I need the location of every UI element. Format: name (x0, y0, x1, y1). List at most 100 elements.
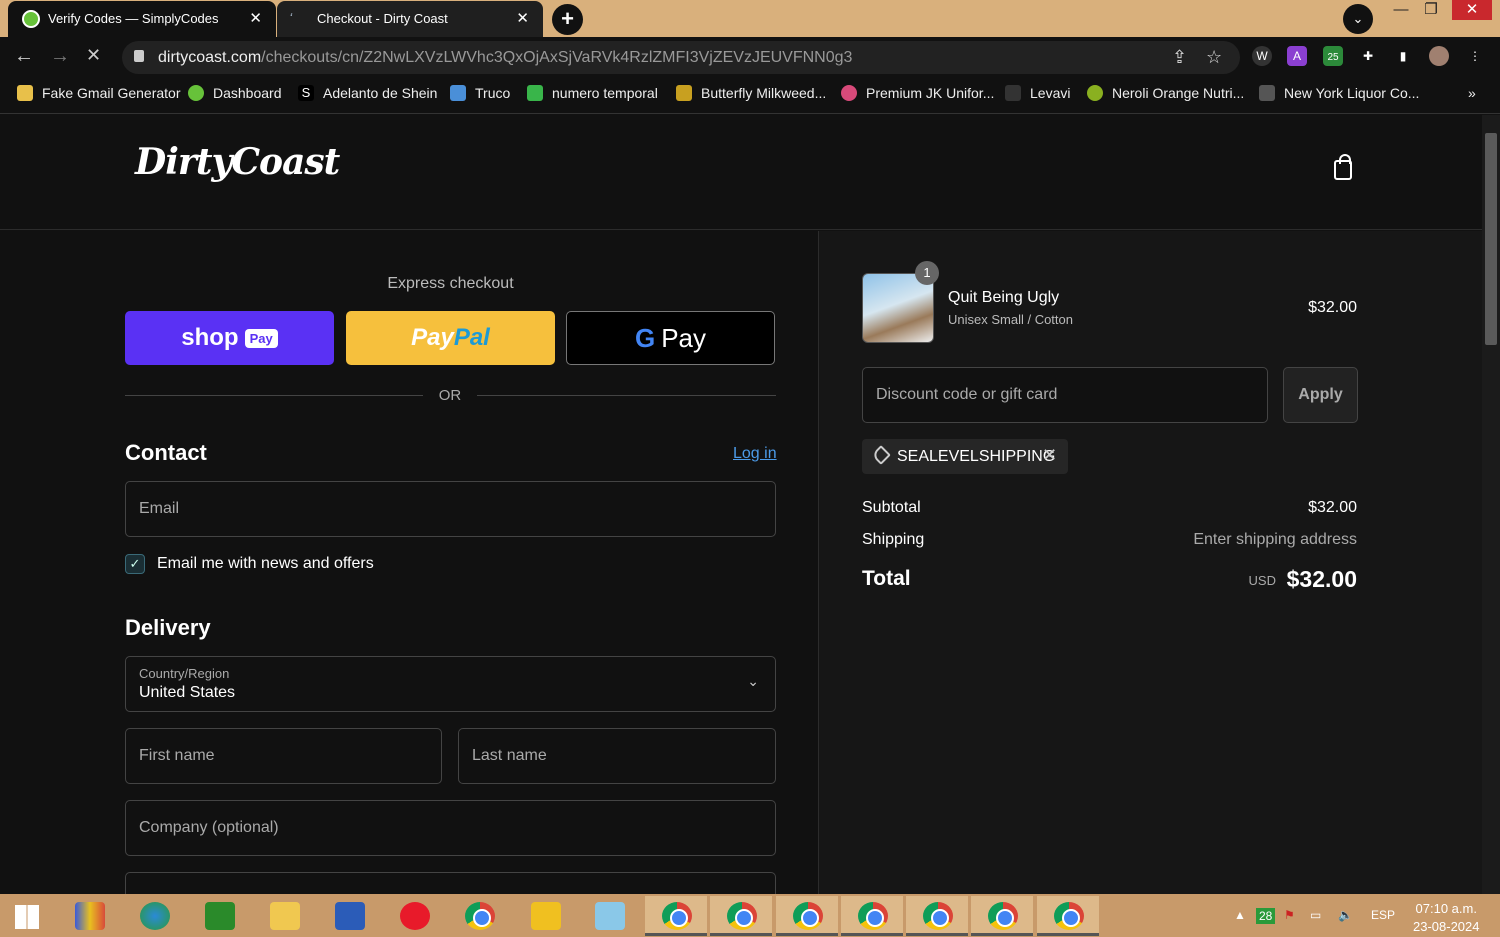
window-close-icon[interactable]: ✕ (1452, 0, 1492, 20)
tray-overflow-icon[interactable]: ▲ (1234, 908, 1246, 922)
bookmark-favicon-icon (1087, 85, 1103, 101)
clock[interactable]: 07:10 a.m. 23-08-2024 (1413, 900, 1480, 936)
forward-icon[interactable]: → (50, 45, 70, 68)
bookmark-favicon-icon (450, 85, 466, 101)
bookmark-item[interactable]: Fake Gmail Generator (17, 85, 181, 101)
taskbar-app-chrome-profile[interactable] (645, 896, 707, 936)
chrome-icon (662, 902, 692, 930)
network-icon[interactable]: ▭ (1310, 908, 1321, 922)
start-button[interactable] (0, 896, 62, 936)
bookmark-item[interactable]: Butterfly Milkweed... (676, 85, 826, 101)
shop-pay-button[interactable]: shop Pay (125, 311, 334, 365)
menu-kebab-icon[interactable]: ⋮ (1465, 46, 1485, 66)
bookmark-favicon-icon (1259, 85, 1275, 101)
share-icon[interactable]: ⇪ (1172, 47, 1187, 68)
bookmark-star-icon[interactable]: ☆ (1206, 47, 1222, 68)
tray-badge[interactable]: 28 (1256, 908, 1276, 924)
extensions-puzzle-icon[interactable]: ✚ (1358, 46, 1378, 66)
tab-simplycodes[interactable]: Verify Codes — SimplyCodes ✕ (8, 1, 276, 37)
last-name-field[interactable]: Last name (458, 728, 776, 784)
close-tab-icon[interactable]: ✕ (516, 9, 529, 27)
product-price: $32.00 (1308, 299, 1357, 316)
country-select[interactable]: Country/Region United States ⌄ (125, 656, 776, 712)
tray-flag-icon[interactable]: ⚑ (1284, 908, 1295, 922)
new-tab-button[interactable]: + (552, 4, 583, 35)
windows-logo-icon (15, 905, 39, 929)
url-text[interactable]: dirtycoast.com/checkouts/cn/Z2NwLXVzLWVh… (158, 49, 852, 67)
bookmark-item[interactable]: Truco (450, 85, 510, 101)
country-label: Country/Region (139, 666, 230, 681)
volume-icon[interactable]: 🔈 (1338, 908, 1353, 922)
tab-dirty-coast[interactable]: ʻ Checkout - Dirty Coast ✕ (277, 1, 543, 37)
scrollbar-thumb[interactable] (1485, 133, 1497, 345)
bookmark-item[interactable]: Premium JK Unifor... (841, 85, 994, 101)
taskbar-app-globe[interactable] (123, 896, 185, 936)
stop-loading-icon[interactable]: ✕ (86, 45, 101, 66)
back-icon[interactable]: ← (14, 45, 34, 68)
clock-date: 23-08-2024 (1413, 919, 1480, 934)
taskbar-app-chrome-profile[interactable] (971, 896, 1033, 936)
taskbar-app-chrome-profile[interactable] (841, 896, 903, 936)
newsletter-checkbox[interactable]: ✓ (125, 554, 145, 574)
dirty-coast-logo[interactable]: DirtyCoast (135, 141, 340, 183)
shipping-value: Enter shipping address (1193, 531, 1357, 548)
address-bar[interactable]: dirtycoast.com/checkouts/cn/Z2NwLXVzLWVh… (122, 41, 1240, 74)
remove-discount-icon[interactable]: ✕ (1042, 445, 1057, 466)
discount-code-input[interactable]: Discount code or gift card (862, 367, 1268, 423)
taskbar-app-word[interactable] (318, 896, 380, 936)
taskbar-app-chrome-profile[interactable] (710, 896, 772, 936)
taskbar-app-chrome[interactable] (448, 896, 510, 936)
extension-simplycodes-icon[interactable]: 25 (1323, 46, 1343, 66)
minimize-icon[interactable]: — (1384, 0, 1418, 22)
address-field[interactable] (125, 872, 776, 894)
chrome-icon (793, 902, 823, 930)
bookmark-item[interactable]: S Adelanto de Shein (298, 85, 437, 101)
extension-a-icon[interactable]: A (1287, 46, 1307, 66)
company-field[interactable]: Company (optional) (125, 800, 776, 856)
divider (125, 395, 423, 396)
taskbar-app-notes[interactable] (578, 896, 640, 936)
side-panel-icon[interactable]: ▮ (1393, 46, 1413, 66)
contact-title: Contact (125, 440, 207, 465)
taskbar-app-memory[interactable] (188, 896, 250, 936)
taskbar-app-chrome-profile[interactable] (1037, 896, 1099, 936)
bookmark-favicon-icon (17, 85, 33, 101)
newsletter-checkbox-label[interactable]: Email me with news and offers (157, 555, 374, 573)
bookmark-favicon-icon (527, 85, 543, 101)
language-indicator[interactable]: ESP (1371, 908, 1395, 922)
total-label: Total (862, 567, 911, 590)
paypal-button[interactable]: Pay Pal (346, 311, 555, 365)
restore-icon[interactable]: ❐ (1414, 0, 1448, 22)
bookmark-favicon-icon (188, 85, 204, 101)
lock-icon[interactable] (134, 50, 144, 62)
first-name-field[interactable]: First name (125, 728, 442, 784)
bookmark-item[interactable]: Levavi (1005, 85, 1070, 101)
taskbar-app-explorer[interactable] (253, 896, 315, 936)
email-field[interactable]: Email (125, 481, 776, 537)
memory-chip-icon (205, 902, 235, 930)
bookmark-item[interactable]: New York Liquor Co... (1259, 85, 1419, 101)
bookmark-item[interactable]: numero temporal (527, 85, 658, 101)
page-scrollbar[interactable] (1482, 115, 1500, 894)
taskbar-app-pdf[interactable] (514, 896, 576, 936)
profile-avatar[interactable] (1429, 46, 1449, 66)
close-tab-icon[interactable]: ✕ (249, 9, 262, 27)
currency-code: USD (1248, 573, 1276, 588)
taskbar-app-winrar[interactable] (58, 896, 120, 936)
tab-search-chevron-icon[interactable]: ⌄ (1343, 4, 1373, 34)
quantity-badge: 1 (915, 261, 939, 285)
checkout-page: DirtyCoast Express checkout shop Pay Pay P… (0, 115, 1482, 894)
taskbar-app-opera[interactable] (383, 896, 445, 936)
taskbar-app-chrome-profile[interactable] (906, 896, 968, 936)
extension-w-icon[interactable]: W (1252, 46, 1272, 66)
log-in-link[interactable]: Log in (733, 445, 777, 463)
chrome-icon (923, 902, 953, 930)
taskbar-app-chrome-profile[interactable] (776, 896, 838, 936)
google-pay-button[interactable]: G Pay (566, 311, 775, 365)
bookmarks-overflow-button[interactable]: » (1468, 85, 1476, 101)
apply-discount-button[interactable]: Apply (1283, 367, 1358, 423)
bookmark-item[interactable]: Dashboard (188, 85, 282, 101)
bookmark-item[interactable]: Neroli Orange Nutri... (1087, 85, 1244, 101)
shopping-bag-icon[interactable] (1334, 154, 1352, 180)
tag-icon (871, 445, 891, 465)
